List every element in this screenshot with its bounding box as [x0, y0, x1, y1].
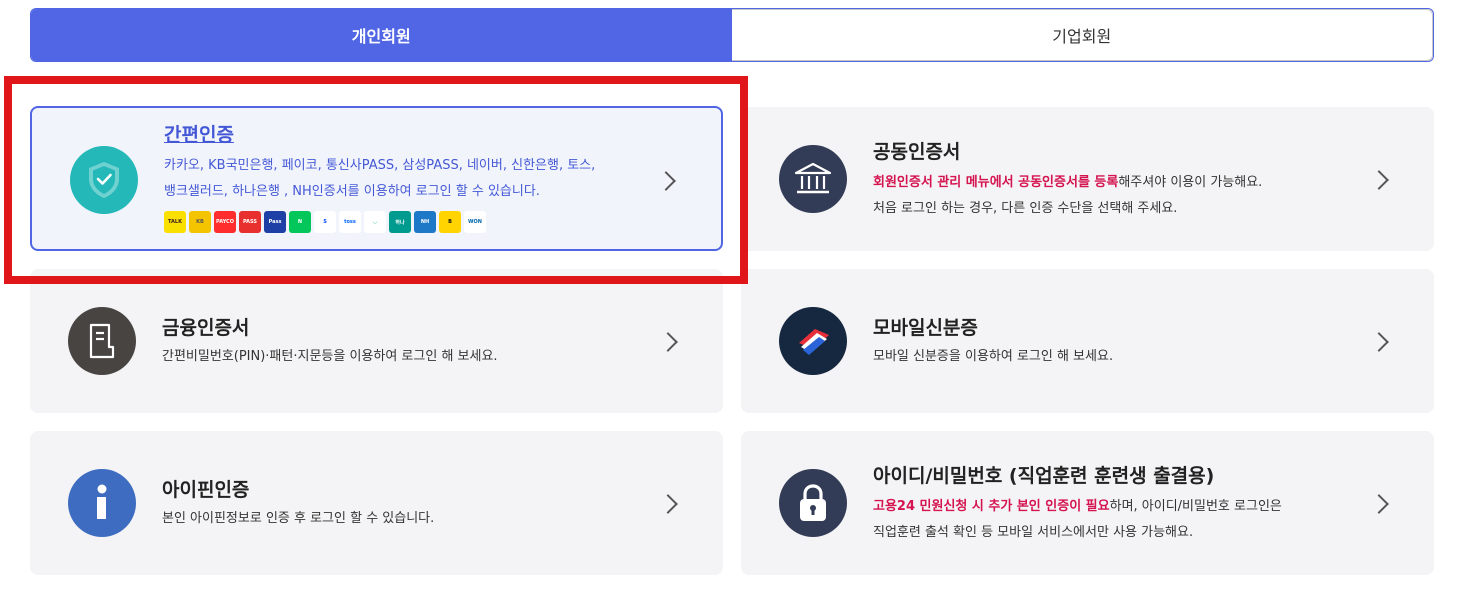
tab-corporate[interactable]: 기업회원: [731, 9, 1433, 61]
finance-cert-card[interactable]: 금융인증서 간편비밀번호(PIN)·패턴·지문등을 이용하여 로그인 해 보세요…: [30, 269, 723, 413]
mobile-id-icon: [779, 307, 847, 375]
joint-cert-card[interactable]: 공동인증서 회원인증서 관리 메뉴에서 공동인증서를 등록해주셔야 이용이 가능…: [741, 107, 1434, 251]
id-password-card[interactable]: 아이디/비밀번호 (직업훈련 훈련생 출결용) 고용24 민원신청 시 추가 본…: [741, 431, 1434, 575]
chevron-right-icon: [656, 171, 676, 191]
shield-check-icon: [70, 146, 138, 214]
woori-logo: WON: [464, 211, 486, 233]
joint-cert-desc-line1: 회원인증서 관리 메뉴에서 공동인증서를 등록해주셔야 이용이 가능해요.: [873, 170, 1262, 196]
naver-logo: N: [289, 211, 311, 233]
ipin-desc: 본인 아이핀정보로 인증 후 로그인 할 수 있습니다.: [162, 511, 435, 526]
mobile-id-card[interactable]: 모바일신분증 모바일 신분증을 이용하여 로그인 해 보세요.: [741, 269, 1434, 413]
joint-cert-desc-rest: 해주셔야 이용이 가능해요.: [1118, 175, 1263, 190]
chevron-right-icon: [1369, 332, 1389, 352]
tab-personal[interactable]: 개인회원: [31, 9, 732, 61]
payco-logo: PAYCO: [214, 211, 236, 233]
mobile-id-desc: 모바일 신분증을 이용하여 로그인 해 보세요.: [873, 349, 1114, 364]
id-password-desc-rest: 하며, 아이디/비밀번호 로그인은: [1109, 499, 1282, 514]
lock-icon: [779, 469, 847, 537]
simple-auth-desc-line1: 카카오, KB국민은행, 페이코, 통신사PASS, 삼성PASS, 네이버, …: [164, 158, 596, 173]
nh-logo: NH: [414, 211, 436, 233]
simple-auth-card[interactable]: 간편인증 카카오, KB국민은행, 페이코, 통신사PASS, 삼성PASS, …: [30, 106, 723, 251]
joint-cert-desc-line2: 처음 로그인 하는 경우, 다른 인증 수단을 선택해 주세요.: [873, 201, 1178, 216]
document-icon: [68, 307, 136, 375]
ipin-title: 아이핀인증: [162, 479, 250, 501]
chevron-right-icon: [658, 494, 678, 514]
finance-cert-desc: 간편비밀번호(PIN)·패턴·지문등을 이용하여 로그인 해 보세요.: [162, 349, 498, 364]
mobile-id-title: 모바일신분증: [873, 317, 978, 339]
id-password-desc-line2: 직업훈련 출석 확인 등 모바일 서비스에서만 사용 가능해요.: [873, 525, 1194, 540]
simple-auth-title: 간편인증: [164, 124, 234, 146]
joint-cert-title: 공동인증서: [873, 141, 961, 163]
b-logo: B: [439, 211, 461, 233]
shinhan-logo: S: [314, 211, 336, 233]
samsung-pass-logo: Pass: [264, 211, 286, 233]
bank-icon: [779, 145, 847, 213]
finance-cert-title: 금융인증서: [162, 317, 250, 339]
hana-logo: 하나: [389, 211, 411, 233]
member-type-tabs: 개인회원 기업회원: [30, 8, 1434, 62]
chevron-right-icon: [658, 332, 678, 352]
id-password-desc-line1: 고용24 민원신청 시 추가 본인 인증이 필요하며, 아이디/비밀번호 로그인…: [873, 494, 1282, 520]
pass-logo: PASS: [239, 211, 261, 233]
id-password-desc-highlight: 고용24 민원신청 시 추가 본인 인증이 필요: [873, 499, 1110, 514]
kakao-talk-logo: TALK: [164, 211, 186, 233]
chevron-right-icon: [1369, 170, 1389, 190]
kb-logo: KB: [189, 211, 211, 233]
provider-logos: TALK KB PAYCO PASS Pass N Stoss ◡ 하나 NH B WON: [164, 211, 595, 233]
toss-logo: toss: [339, 211, 361, 233]
banksalad-logo: ◡: [364, 211, 386, 233]
id-password-title: 아이디/비밀번호 (직업훈련 훈련생 출결용): [873, 465, 1215, 487]
info-icon: [68, 469, 136, 537]
ipin-card[interactable]: 아이핀인증 본인 아이핀정보로 인증 후 로그인 할 수 있습니다.: [30, 431, 723, 575]
chevron-right-icon: [1369, 494, 1389, 514]
joint-cert-desc-highlight: 회원인증서 관리 메뉴에서 공동인증서를 등록: [873, 175, 1119, 190]
simple-auth-desc-line2: 뱅크샐러드, 하나은행 , NH인증서를 이용하여 로그인 할 수 있습니다.: [164, 184, 540, 199]
